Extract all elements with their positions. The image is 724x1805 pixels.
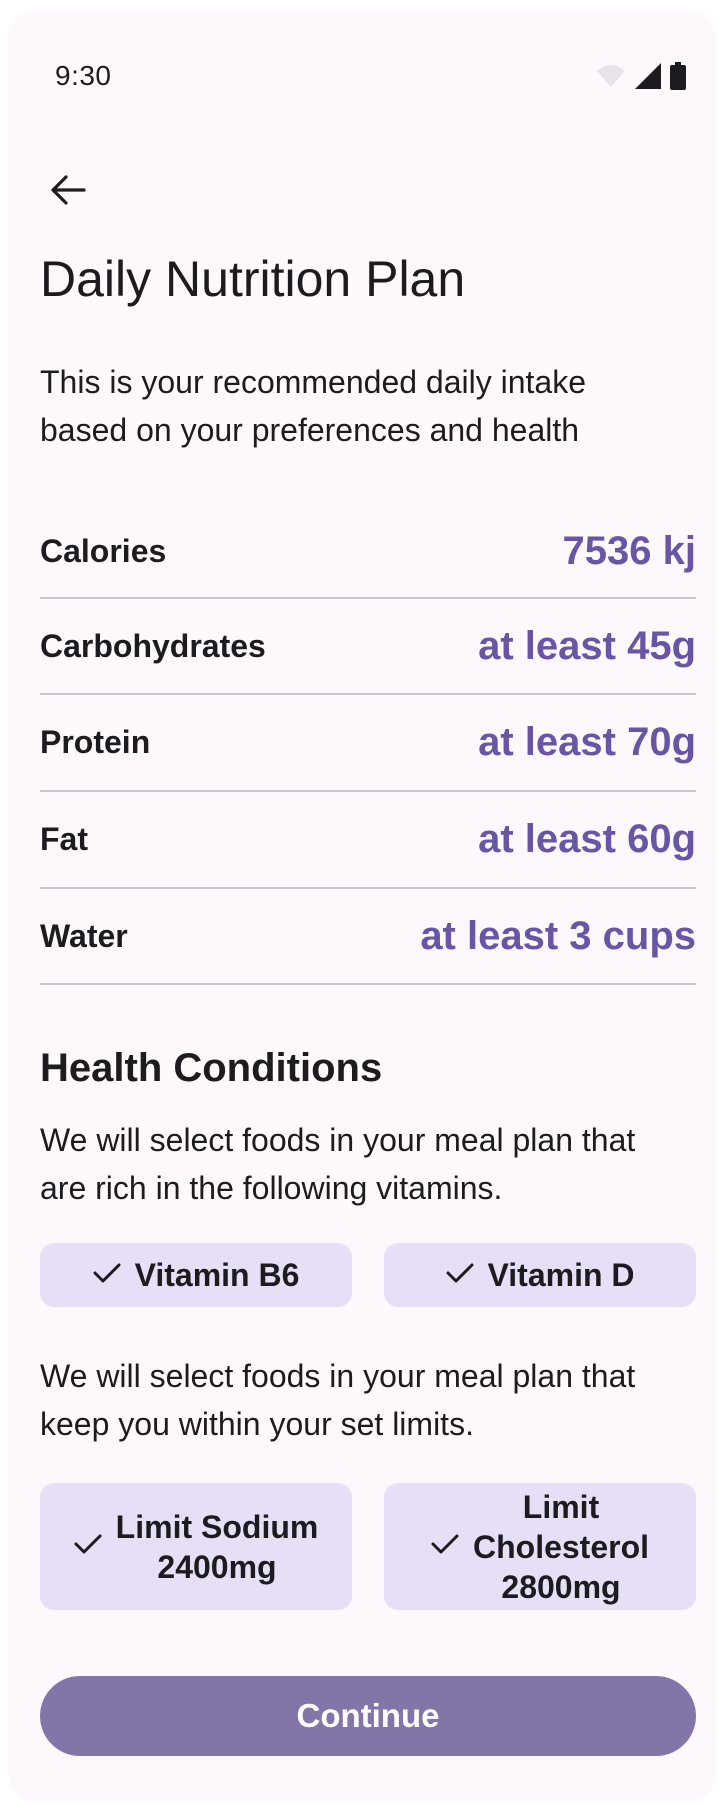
limits-description: We will select foods in your meal plan t… bbox=[40, 1358, 636, 1442]
nutrient-row-water: Water at least 3 cups bbox=[40, 889, 696, 985]
chip-limit-cholesterol[interactable]: Limit Cholesterol 2800mg bbox=[384, 1483, 696, 1610]
back-button[interactable] bbox=[38, 162, 98, 222]
vitamins-description: We will select foods in your meal plan t… bbox=[40, 1122, 636, 1206]
chip-label: Vitamin D bbox=[487, 1257, 635, 1293]
check-icon bbox=[431, 1533, 459, 1560]
status-icons bbox=[596, 62, 686, 95]
nutrient-value: at least 45g bbox=[478, 623, 696, 668]
chip-label-line: 2800mg bbox=[501, 1568, 621, 1605]
nutrient-row-protein: Protein at least 70g bbox=[40, 695, 696, 792]
nutrient-row-fat: Fat at least 60g bbox=[40, 792, 696, 889]
wifi-icon bbox=[596, 63, 626, 94]
nutrient-row-calories: Calories 7536 kj bbox=[40, 505, 696, 599]
chip-label-line: Limit bbox=[522, 1488, 600, 1525]
chip-limit-sodium[interactable]: Limit Sodium 2400mg bbox=[40, 1483, 352, 1610]
chip-label-line: Cholesterol bbox=[472, 1528, 650, 1565]
check-icon bbox=[446, 1262, 474, 1289]
check-icon bbox=[74, 1533, 102, 1560]
nutrient-value: at least 3 cups bbox=[420, 913, 696, 958]
nutrient-label: Carbohydrates bbox=[40, 627, 266, 664]
chip-label: Limit Cholesterol 2800mg bbox=[473, 1487, 649, 1607]
intro-text: This is your recommended daily intake ba… bbox=[40, 364, 587, 448]
chip-label-line: 2400mg bbox=[157, 1548, 277, 1585]
health-conditions-title: Health Conditions bbox=[40, 1046, 383, 1090]
nutrient-label: Fat bbox=[40, 821, 88, 857]
nutrient-list: Calories 7536 kj Carbohydrates at least … bbox=[40, 505, 696, 985]
phone-screen: 9:30 Daily Nutrition Plan This is your r… bbox=[8, 10, 716, 1802]
nutrient-label: Calories bbox=[40, 532, 167, 569]
status-time: 9:30 bbox=[55, 60, 112, 91]
chip-label: Limit Sodium 2400mg bbox=[116, 1507, 319, 1587]
check-icon bbox=[93, 1262, 121, 1289]
nutrient-label: Protein bbox=[40, 724, 151, 760]
battery-icon bbox=[670, 62, 686, 95]
continue-button[interactable]: Continue bbox=[40, 1676, 696, 1756]
status-bar: 9:30 bbox=[8, 10, 716, 130]
nutrient-label: Water bbox=[40, 917, 128, 954]
nutrient-value: at least 60g bbox=[478, 817, 696, 861]
page-title: Daily Nutrition Plan bbox=[40, 251, 466, 307]
chip-vitamin-b6[interactable]: Vitamin B6 bbox=[40, 1243, 352, 1307]
nutrient-value: at least 70g bbox=[478, 720, 696, 764]
chip-vitamin-d[interactable]: Vitamin D bbox=[384, 1243, 696, 1307]
chip-label-line: Limit Sodium bbox=[115, 1508, 319, 1545]
chip-label: Vitamin B6 bbox=[134, 1257, 300, 1293]
nutrient-row-carbohydrates: Carbohydrates at least 45g bbox=[40, 599, 696, 695]
arrow-back-icon bbox=[50, 174, 86, 211]
nutrient-value: 7536 kj bbox=[562, 528, 696, 573]
cellular-signal-icon bbox=[634, 62, 662, 95]
